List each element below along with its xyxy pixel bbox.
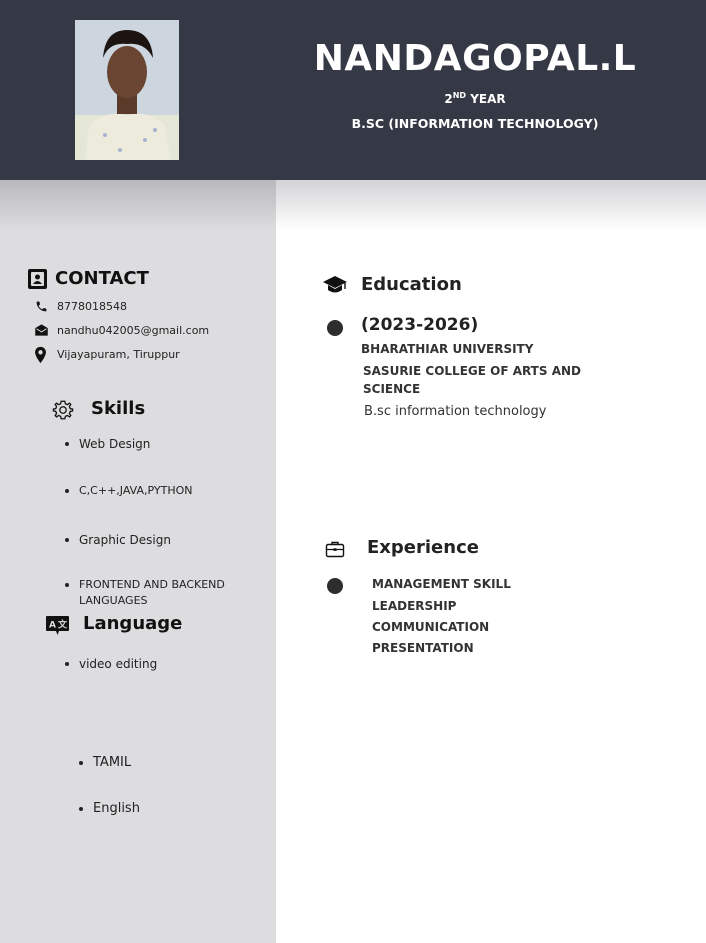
contact-email: nandhu042005@gmail.com [57,324,210,337]
experience-heading: Experience [367,537,479,558]
mail-icon [35,324,48,336]
translate-icon: A 文 [46,616,69,635]
sidebar-shadow [0,180,276,230]
main-shadow [276,180,706,230]
year-number: 2 [444,92,453,106]
language-item: English [79,801,706,817]
timeline-dot [327,578,343,594]
year-suffix: ND [452,91,467,100]
contact-book-icon [28,269,47,289]
candidate-name: NANDAGOPAL.L [313,38,637,79]
skills-heading: Skills [91,398,146,419]
skill-item: video editing [65,656,706,672]
education-college: SASURIE COLLEGE OF ARTS AND SCIENCE [363,364,581,396]
gear-icon [52,400,74,420]
education-heading: Education [361,274,462,295]
education-course: B.sc information technology [364,404,547,419]
experience-item: COMMUNICATION [372,620,490,634]
sidebar [0,180,276,943]
language-heading: Language [83,613,183,634]
profile-photo [75,20,179,160]
contact-heading: CONTACT [55,268,149,289]
svg-text:A: A [49,621,56,631]
skill-item: Web Design [65,436,706,452]
svg-text:文: 文 [57,619,68,631]
profile-photo-image [75,20,179,160]
language-item: TAMIL [79,755,706,771]
timeline-dot [327,320,343,336]
skill-item: FRONTEND AND BACKEND LANGUAGES [65,577,240,609]
briefcase-icon [325,541,345,558]
phone-icon [36,301,47,312]
contact-phone: 8778018548 [57,300,127,313]
study-year: 2ND YEAR [300,91,650,107]
skill-item: C,C++,JAVA,PYTHON [65,483,706,499]
degree-title: B.SC (INFORMATION TECHNOLOGY) [351,116,599,131]
resume-header: NANDAGOPAL.L 2ND YEAR B.SC (INFORMATION … [0,0,706,180]
experience-item: PRESENTATION [372,641,474,655]
experience-item: MANAGEMENT SKILL [372,577,511,591]
graduation-cap-icon [323,276,347,293]
year-label: YEAR [470,92,506,106]
education-university: BHARATHIAR UNIVERSITY [361,342,534,356]
location-pin-icon [35,346,46,364]
education-period: (2023-2026) [361,315,479,335]
experience-item: LEADERSHIP [372,599,457,613]
contact-address: Vijayapuram, Tiruppur [57,348,180,361]
